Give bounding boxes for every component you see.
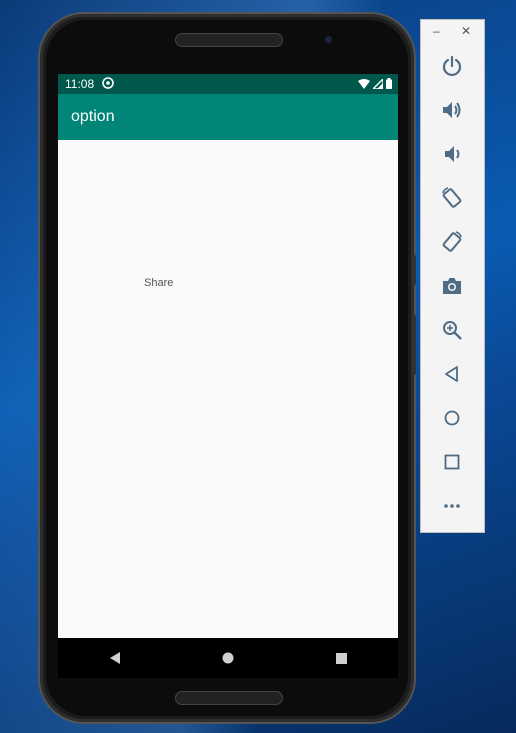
nav-back-button[interactable] [95,643,135,673]
top-speaker [175,33,283,47]
volume-side-button[interactable] [412,255,416,285]
status-icons [358,78,392,89]
nav-home-button[interactable] [208,643,248,673]
overview-icon [444,454,460,470]
rotate-left-button[interactable] [437,183,467,213]
minimize-button[interactable]: – [433,24,440,38]
back-icon [445,366,458,382]
app-title: option [71,108,115,125]
home-icon [222,652,234,664]
power-side-button[interactable] [412,315,416,375]
sync-icon [102,77,114,89]
power-icon [442,55,462,77]
nav-overview-button[interactable] [321,643,361,673]
power-button[interactable] [437,51,467,81]
status-time: 11:08 [65,77,95,91]
zoom-button[interactable] [437,315,467,345]
close-button[interactable]: ✕ [461,24,471,38]
rotate-right-button[interactable] [437,227,467,257]
wifi-icon [358,78,370,89]
share-label[interactable]: Share [144,277,173,289]
volume-down-button[interactable] [437,139,467,169]
volume-up-button[interactable] [437,95,467,125]
more-icon [444,504,460,508]
screenshot-button[interactable] [437,271,467,301]
rotate-left-icon [442,187,462,208]
zoom-icon [443,321,462,340]
content-area: Share [58,140,398,638]
back-button[interactable] [437,359,467,389]
overview-button[interactable] [437,447,467,477]
home-icon [444,410,460,426]
camera-icon [443,278,461,294]
app-bar: option [58,94,398,140]
rotate-right-icon [442,231,462,252]
bottom-speaker [175,691,283,705]
battery-icon [386,78,392,89]
more-button[interactable] [437,491,467,521]
home-button[interactable] [437,403,467,433]
signal-icon [373,78,383,89]
device-screen: 11:08 option Share [58,74,398,678]
back-icon [109,652,120,664]
navigation-bar [58,638,398,678]
volume-down-icon [445,146,460,162]
volume-up-icon [443,102,461,118]
status-bar: 11:08 [58,74,398,94]
front-camera [325,36,332,43]
emulator-toolbar: – ✕ [420,19,485,533]
overview-icon [335,652,347,664]
